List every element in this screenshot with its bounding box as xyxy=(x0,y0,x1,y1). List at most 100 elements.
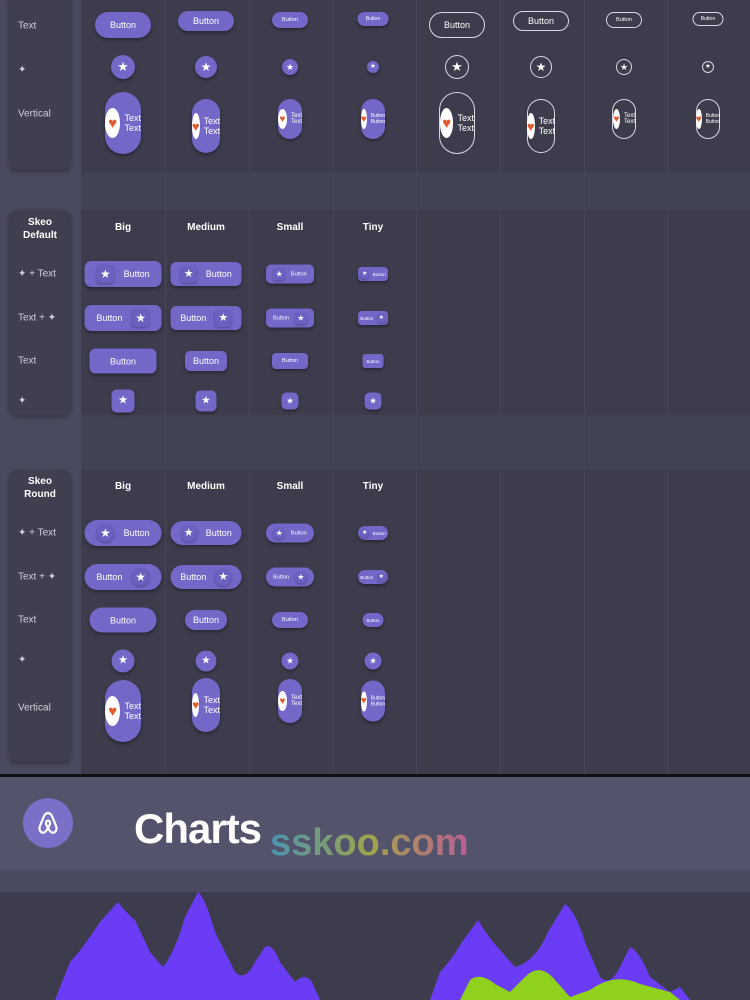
pill-text-button-medium[interactable]: Button xyxy=(513,11,569,31)
icon-text-button-small[interactable]: ★ Button xyxy=(266,264,314,284)
star-icon: ★ xyxy=(378,315,384,321)
button-label: Button xyxy=(527,16,555,26)
pill-text-button-tiny[interactable]: Button xyxy=(692,12,724,26)
icon-button-big[interactable]: ★ xyxy=(111,389,135,413)
circle-icon-button-small[interactable]: ★ xyxy=(282,59,298,75)
circle-icon-button-tiny[interactable]: ★ xyxy=(702,61,714,73)
button-label: Button xyxy=(180,313,207,323)
star-icon-box: ★ xyxy=(294,571,307,583)
button-label: Button xyxy=(282,617,298,623)
star-icon: ★ xyxy=(218,570,229,583)
text-button-medium[interactable]: Button xyxy=(185,610,227,630)
row-label: Text + ✦ xyxy=(18,312,57,324)
icon-text-button-big[interactable]: ★ Button xyxy=(84,261,162,287)
star-icon: ★ xyxy=(361,530,368,536)
star-icon: ★ xyxy=(200,59,212,74)
text-button-medium[interactable]: Button xyxy=(185,351,227,371)
row-label: ✦ xyxy=(18,654,27,666)
pill-text-button-big[interactable]: Button xyxy=(429,12,485,38)
star-icon: ★ xyxy=(620,61,628,72)
text-icon-button-big[interactable]: Button ★ xyxy=(84,305,162,331)
vertical-button-big[interactable]: ♥ Text Text xyxy=(105,680,141,742)
pill-text-button-small[interactable]: Button xyxy=(272,12,308,28)
circle-icon-button-big[interactable]: ★ xyxy=(111,55,135,79)
column-divider xyxy=(667,0,668,775)
button-label: Button xyxy=(123,528,150,538)
star-icon: ★ xyxy=(369,395,377,406)
star-icon-box: ★ xyxy=(214,309,232,327)
text-icon-button-medium[interactable]: Button ★ xyxy=(170,565,242,589)
vertical-button-label: Button Button xyxy=(370,695,386,707)
pill-text-button-small[interactable]: Button xyxy=(606,12,642,28)
text-icon-button-medium[interactable]: Button ★ xyxy=(170,306,242,330)
column-divider xyxy=(165,0,166,775)
star-icon: ★ xyxy=(201,394,211,407)
star-icon: ★ xyxy=(297,313,305,322)
star-icon-box: ★ xyxy=(96,265,115,283)
button-label: Button xyxy=(366,617,380,623)
star-icon: ★ xyxy=(135,311,146,325)
circle-icon-button-tiny[interactable]: ★ xyxy=(367,61,379,73)
icon-button-big[interactable]: ★ xyxy=(111,649,135,673)
heart-eyes-emoji-icon: ♥ xyxy=(192,693,200,717)
icon-button-medium[interactable]: ★ xyxy=(195,390,217,412)
icon-button-tiny[interactable]: ★ xyxy=(364,652,382,670)
icon-text-button-medium[interactable]: ★ Button xyxy=(170,521,242,545)
button-label: Button xyxy=(290,530,307,536)
icon-text-button-small[interactable]: ★ Button xyxy=(266,523,314,543)
star-icon: ★ xyxy=(378,574,384,580)
text-button-tiny[interactable]: Button xyxy=(362,354,384,368)
text-button-small[interactable]: Button xyxy=(272,612,308,628)
pill-text-button-medium[interactable]: Button xyxy=(178,11,234,31)
text-icon-button-tiny[interactable]: Button ★ xyxy=(358,311,388,325)
vertical-button-label: Text Text xyxy=(290,695,302,707)
vertical-button-small[interactable]: ♥ Text Text xyxy=(612,99,636,139)
vertical-button-label: Text Text xyxy=(124,113,141,133)
text-button-big[interactable]: Button xyxy=(89,607,157,633)
pill-text-button-big[interactable]: Button xyxy=(95,12,151,38)
icon-text-button-big[interactable]: ★ Button xyxy=(84,520,162,546)
button-label: Button xyxy=(109,20,137,30)
pill-text-button-tiny[interactable]: Button xyxy=(357,12,389,26)
text-icon-button-small[interactable]: Button ★ xyxy=(266,567,314,587)
text-button-tiny[interactable]: Button xyxy=(362,613,384,627)
circle-icon-button-small[interactable]: ★ xyxy=(616,59,632,75)
text-icon-button-tiny[interactable]: Button ★ xyxy=(358,570,388,584)
icon-button-tiny[interactable]: ★ xyxy=(364,392,382,410)
text-icon-button-small[interactable]: Button ★ xyxy=(266,308,314,328)
vertical-button-tiny[interactable]: ♥ Button Button xyxy=(360,99,385,139)
vertical-button-small[interactable]: ♥ Text Text xyxy=(278,679,302,723)
column-header-big: Big xyxy=(114,222,132,233)
circle-icon-button-medium[interactable]: ★ xyxy=(195,56,217,78)
vertical-button-big[interactable]: ♥ Text Text xyxy=(105,92,141,154)
heart-eyes-emoji-icon: ♥ xyxy=(526,113,535,139)
text-icon-button-big[interactable]: Button ★ xyxy=(84,564,162,590)
star-icon: ★ xyxy=(370,62,376,70)
vertical-button-medium[interactable]: ♥ Text Text xyxy=(526,99,555,153)
vertical-button-small[interactable]: ♥ Text Text xyxy=(278,99,302,139)
button-label: Button xyxy=(616,17,632,23)
vertical-button-tiny[interactable]: ♥ Button Button xyxy=(360,680,386,722)
circle-icon-button-big[interactable]: ★ xyxy=(445,55,469,79)
vertical-button-medium[interactable]: ♥ Text Text xyxy=(192,678,220,732)
row-label: Text + ✦ xyxy=(18,571,57,583)
vertical-button-medium[interactable]: ♥ Text Text xyxy=(191,99,220,153)
watermark: sskoo.com xyxy=(270,822,469,864)
button-label: Button xyxy=(96,313,123,323)
button-label: Button xyxy=(372,271,386,277)
button-label: Button xyxy=(192,356,220,366)
vertical-button-tiny[interactable]: ♥ Button Button xyxy=(695,99,720,139)
icon-text-button-medium[interactable]: ★ Button xyxy=(170,262,242,286)
icon-button-medium[interactable]: ★ xyxy=(195,650,217,672)
vertical-button-big[interactable]: ♥ Text Text xyxy=(439,92,475,154)
circle-icon-button-medium[interactable]: ★ xyxy=(530,56,552,78)
icon-text-button-tiny[interactable]: ★ Button xyxy=(358,267,388,281)
text-button-small[interactable]: Button xyxy=(272,353,308,369)
icon-text-button-tiny[interactable]: ★ Button xyxy=(358,526,388,540)
icon-button-small[interactable]: ★ xyxy=(281,392,299,410)
star-icon: ★ xyxy=(218,311,229,324)
heart-eyes-emoji-icon: ♥ xyxy=(360,691,367,711)
row-label: ✦ + Text xyxy=(18,268,56,280)
text-button-big[interactable]: Button xyxy=(89,348,157,374)
icon-button-small[interactable]: ★ xyxy=(281,652,299,670)
